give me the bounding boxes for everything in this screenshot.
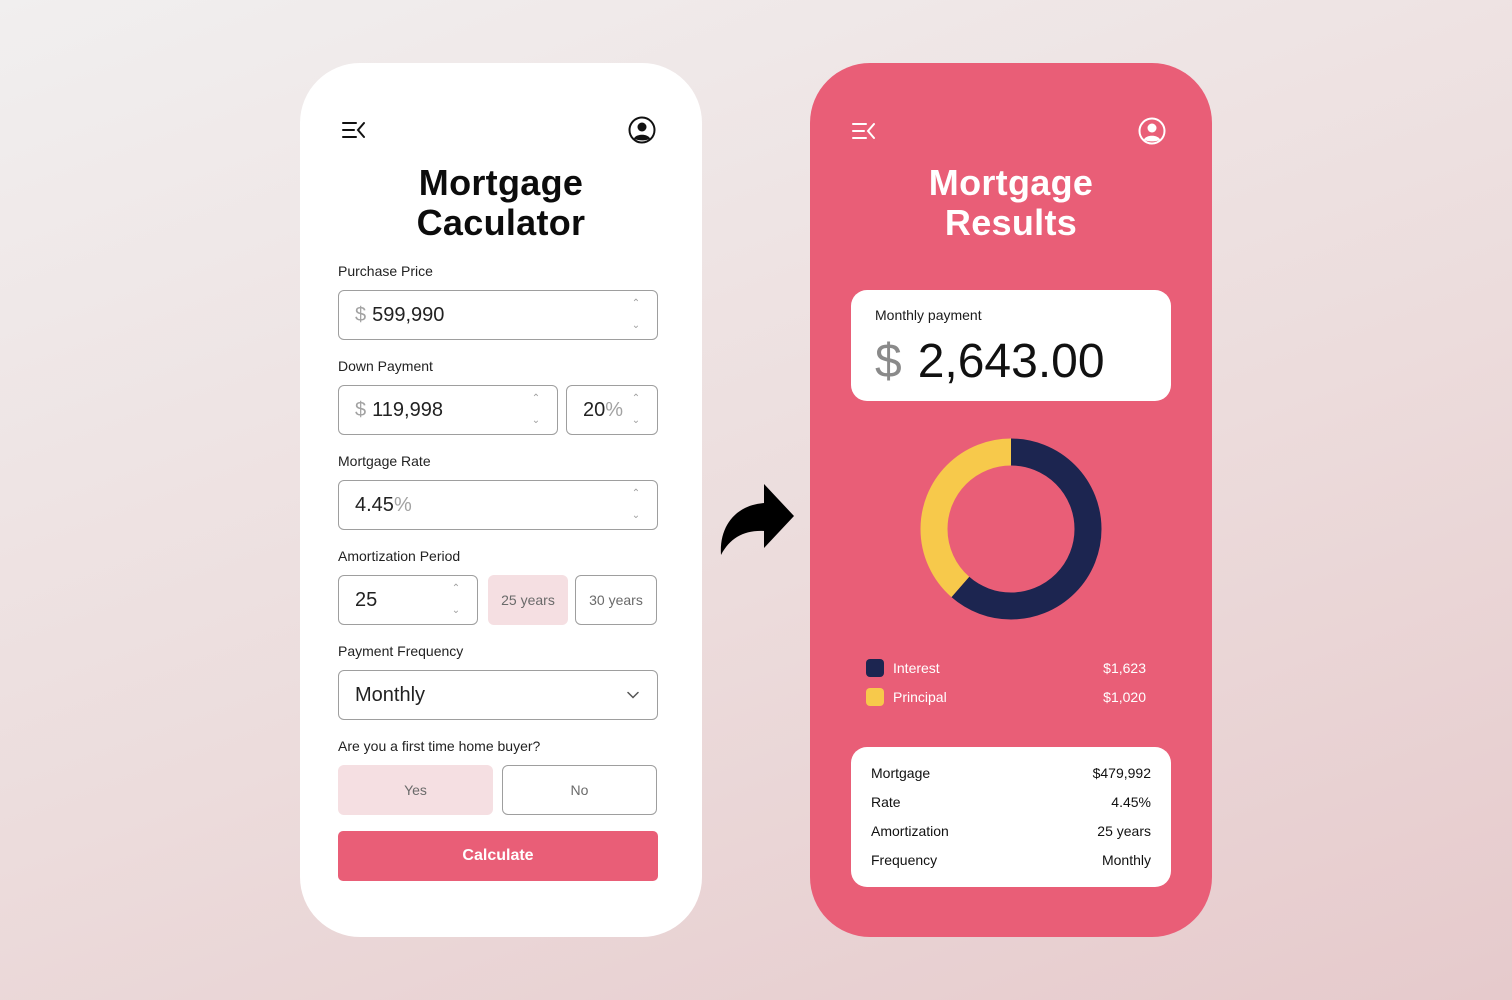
spinner-up-icon[interactable]: ⌃ [532, 394, 540, 404]
payment-frequency-value: Monthly [355, 683, 426, 706]
amortization-option-25-years[interactable]: 25 years [488, 575, 568, 625]
results-screen: Mortgage Results Monthly payment $ 2,643… [810, 63, 1212, 937]
spinner-up-icon[interactable]: ⌃ [632, 299, 640, 309]
amortization-input[interactable]: 25 ⌃ ⌄ [338, 575, 478, 625]
purchase-price-stepper[interactable]: ⌃ ⌄ [631, 299, 641, 331]
legend-interest: Interest $1,623 [866, 658, 1146, 678]
spinner-down-icon[interactable]: ⌄ [632, 511, 640, 521]
legend-principal: Principal $1,020 [866, 687, 1146, 707]
calculator-screen: Mortgage Caculator Purchase Price $ 599,… [300, 63, 702, 937]
summary-card: Mortgage $479,992 Rate 4.45% Amortizatio… [851, 747, 1171, 887]
share-arrow-icon [720, 484, 794, 555]
spinner-up-icon[interactable]: ⌃ [452, 584, 460, 594]
menu-collapse-icon[interactable] [852, 122, 876, 140]
down-payment-percent-stepper[interactable]: ⌃ ⌄ [631, 394, 641, 426]
down-payment-label: Down Payment [338, 358, 433, 374]
legend-interest-value: $1,623 [1103, 660, 1146, 676]
user-avatar-icon[interactable] [1138, 117, 1166, 145]
monthly-payment-card: Monthly payment $ 2,643.00 [851, 290, 1171, 401]
purchase-price-input[interactable]: $ 599,990 ⌃ ⌄ [338, 290, 658, 340]
summary-row-amortization: Amortization 25 years [871, 823, 1151, 839]
legend-principal-name: Principal [893, 689, 947, 705]
mortgage-rate-stepper[interactable]: ⌃ ⌄ [631, 489, 641, 521]
currency-symbol: $ [355, 398, 367, 421]
spinner-up-icon[interactable]: ⌃ [632, 489, 640, 499]
principal-swatch [866, 688, 884, 706]
spinner-down-icon[interactable]: ⌄ [452, 606, 460, 616]
calculate-button[interactable]: Calculate [338, 831, 658, 881]
mortgage-rate-input[interactable]: 4.45% ⌃ ⌄ [338, 480, 658, 530]
first-time-buyer-yes[interactable]: Yes [338, 765, 493, 815]
currency-symbol: $ [355, 303, 367, 326]
legend-interest-name: Interest [893, 660, 940, 676]
results-title: Mortgage Results [928, 162, 1094, 243]
user-avatar-icon[interactable] [628, 116, 656, 144]
chevron-down-icon[interactable] [627, 691, 639, 699]
first-time-buyer-no[interactable]: No [502, 765, 657, 815]
payment-frequency-label: Payment Frequency [338, 643, 464, 659]
mortgage-rate-label: Mortgage Rate [338, 453, 431, 469]
purchase-price-label: Purchase Price [338, 263, 433, 279]
spinner-down-icon[interactable]: ⌄ [632, 416, 640, 426]
monthly-payment-label: Monthly payment [875, 307, 982, 323]
first-time-buyer-label: Are you a first time home buyer? [338, 738, 541, 754]
amortization-stepper[interactable]: ⌃ ⌄ [451, 584, 461, 616]
legend-principal-value: $1,020 [1103, 689, 1146, 705]
payment-frequency-select[interactable]: Monthly [338, 670, 658, 720]
down-payment-percent-value: 20 [583, 398, 606, 421]
down-payment-input[interactable]: $ 119,998 ⌃ ⌄ [338, 385, 558, 435]
down-payment-stepper[interactable]: ⌃ ⌄ [531, 394, 541, 426]
amortization-value: 25 [355, 588, 378, 611]
amortization-option-30-years[interactable]: 30 years [575, 575, 657, 625]
summary-row-frequency: Frequency Monthly [871, 852, 1151, 868]
summary-row-mortgage: Mortgage $479,992 [871, 765, 1151, 781]
down-payment-percent-input[interactable]: 20% ⌃ ⌄ [566, 385, 658, 435]
currency-symbol: $ [875, 335, 902, 388]
payment-breakdown-donut [920, 438, 1102, 620]
mortgage-rate-value: 4.45 [355, 493, 394, 516]
spinner-down-icon[interactable]: ⌄ [632, 321, 640, 331]
monthly-payment-value: 2,643.00 [917, 335, 1105, 388]
purchase-price-value: 599,990 [372, 303, 445, 326]
amortization-label: Amortization Period [338, 548, 461, 564]
down-payment-value: 119,998 [372, 398, 443, 421]
interest-swatch [866, 659, 884, 677]
page-title: Mortgage Caculator [416, 162, 586, 243]
percent-sign: % [605, 398, 624, 421]
spinner-up-icon[interactable]: ⌃ [632, 394, 640, 404]
spinner-down-icon[interactable]: ⌄ [532, 416, 540, 426]
monthly-payment-amount: $ 2,643.00 [875, 334, 1105, 390]
summary-row-rate: Rate 4.45% [871, 794, 1151, 810]
percent-sign: % [393, 493, 412, 516]
menu-collapse-icon[interactable] [342, 121, 366, 139]
